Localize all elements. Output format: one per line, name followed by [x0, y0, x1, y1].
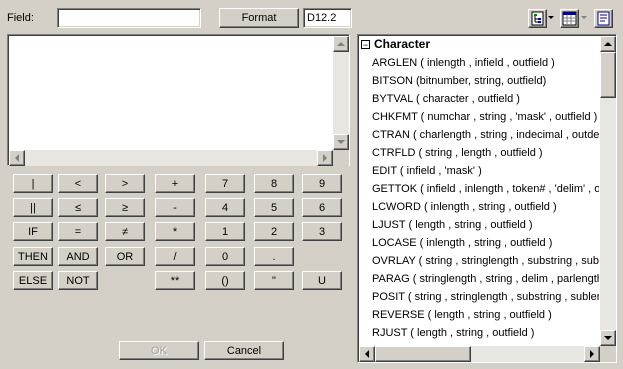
- power-button[interactable]: **: [155, 271, 195, 290]
- then-button[interactable]: THEN: [13, 247, 53, 266]
- grid-view-icon: [562, 11, 577, 26]
- function-scrollbar-corner: [600, 346, 616, 362]
- function-item[interactable]: BITSON (bitnumber, string, outfield): [372, 72, 546, 90]
- function-item[interactable]: CHKFMT ( numchar , string , 'mask' , out…: [372, 108, 597, 126]
- not-equal-button[interactable]: ≠: [105, 222, 145, 241]
- function-scroll-left-button[interactable]: [359, 346, 375, 362]
- vertical-scrollbar[interactable]: [333, 36, 349, 150]
- and-button[interactable]: AND: [58, 247, 98, 266]
- else-button[interactable]: ELSE: [13, 271, 53, 290]
- scrollbar-corner: [333, 150, 349, 166]
- format-button[interactable]: Format: [219, 8, 299, 28]
- decimal-point-button[interactable]: .: [254, 247, 294, 266]
- minus-button[interactable]: -: [155, 198, 195, 217]
- function-item[interactable]: GETTOK ( infield , inlength , token# , '…: [372, 180, 599, 198]
- if-button[interactable]: IF: [13, 222, 53, 241]
- field-input[interactable]: [57, 8, 201, 28]
- digit-5-button[interactable]: 5: [254, 198, 294, 217]
- function-horizontal-thumb[interactable]: [375, 346, 471, 362]
- scroll-left-button[interactable]: [9, 150, 25, 166]
- grid-view-button[interactable]: [560, 9, 579, 28]
- strong-concat-button[interactable]: ||: [13, 198, 53, 217]
- scroll-right-button[interactable]: [317, 150, 333, 166]
- function-item[interactable]: CTRAN ( charlength , string , indecimal …: [372, 126, 599, 144]
- digit-6-button[interactable]: 6: [302, 198, 342, 217]
- digit-3-button[interactable]: 3: [302, 222, 342, 241]
- digit-0-button[interactable]: 0: [205, 247, 245, 266]
- function-item[interactable]: OVRLAY ( string , stringlength , substri…: [372, 252, 599, 270]
- digit-1-button[interactable]: 1: [205, 222, 245, 241]
- equals-button[interactable]: =: [58, 222, 98, 241]
- less-than-button[interactable]: <: [58, 174, 98, 193]
- function-item[interactable]: LJUST ( length , string , outfield ): [372, 216, 533, 234]
- greater-equal-button[interactable]: ≥: [105, 198, 145, 217]
- function-item[interactable]: EDIT ( infield , 'mask' ): [372, 162, 482, 180]
- function-item[interactable]: ARGLEN ( inlength , infield , outfield ): [372, 54, 555, 72]
- tree-view-icon: [531, 11, 544, 26]
- dropdown-arrow-icon[interactable]: [581, 16, 587, 19]
- minus-icon: −: [362, 39, 369, 50]
- help-book-button[interactable]: [594, 9, 613, 28]
- digit-4-button[interactable]: 4: [205, 198, 245, 217]
- function-item[interactable]: REVERSE ( length , string , outfield ): [372, 306, 552, 324]
- format-input[interactable]: D12.2: [303, 8, 352, 28]
- function-item[interactable]: CTRFLD ( string , length , outfield ): [372, 144, 543, 162]
- ok-button[interactable]: OK: [119, 341, 199, 360]
- expression-editor[interactable]: [7, 34, 350, 166]
- or-button[interactable]: OR: [105, 247, 145, 266]
- multiply-button[interactable]: *: [155, 222, 195, 241]
- quote-button[interactable]: ": [254, 271, 294, 290]
- function-scroll-down-button[interactable]: [600, 330, 616, 346]
- function-vertical-thumb[interactable]: [600, 52, 616, 98]
- collapse-toggle[interactable]: −: [361, 40, 370, 49]
- help-book-icon: [597, 11, 610, 26]
- less-equal-button[interactable]: ≤: [58, 198, 98, 217]
- digit-8-button[interactable]: 8: [254, 174, 294, 193]
- function-item[interactable]: PARAG ( stringlength , string , delim , …: [372, 270, 599, 288]
- scroll-up-button[interactable]: [333, 36, 349, 52]
- digit-7-button[interactable]: 7: [205, 174, 245, 193]
- u-button[interactable]: U: [302, 271, 342, 290]
- digit-9-button[interactable]: 9: [302, 174, 342, 193]
- cancel-button[interactable]: Cancel: [204, 341, 284, 360]
- digit-2-button[interactable]: 2: [254, 222, 294, 241]
- function-scroll-right-button[interactable]: [584, 346, 600, 362]
- function-scroll-up-button[interactable]: [600, 36, 616, 52]
- greater-than-button[interactable]: >: [105, 174, 145, 193]
- field-label: Field:: [7, 12, 34, 24]
- horizontal-scrollbar[interactable]: [9, 150, 333, 166]
- function-item[interactable]: LOCASE ( inlength , string , outfield ): [372, 234, 552, 252]
- not-button[interactable]: NOT: [58, 271, 98, 290]
- function-item[interactable]: LCWORD ( inlength , string , outfield ): [372, 198, 557, 216]
- scroll-down-button[interactable]: [333, 134, 349, 150]
- parentheses-button[interactable]: (): [205, 271, 245, 290]
- function-item[interactable]: BYTVAL ( character , outfield ): [372, 90, 520, 108]
- concat-button[interactable]: |: [13, 174, 53, 193]
- plus-button[interactable]: +: [155, 174, 195, 193]
- divide-button[interactable]: /: [155, 247, 195, 266]
- category-heading[interactable]: Character: [374, 37, 430, 51]
- tree-view-button[interactable]: [528, 9, 547, 28]
- function-list-panel[interactable]: − Character ARGLEN ( inlength , infield …: [357, 34, 617, 363]
- function-item[interactable]: POSIT ( string , stringlength , substrin…: [372, 288, 599, 306]
- dropdown-arrow-icon[interactable]: [548, 16, 554, 19]
- function-item[interactable]: RJUST ( length , string , outfield ): [372, 324, 534, 342]
